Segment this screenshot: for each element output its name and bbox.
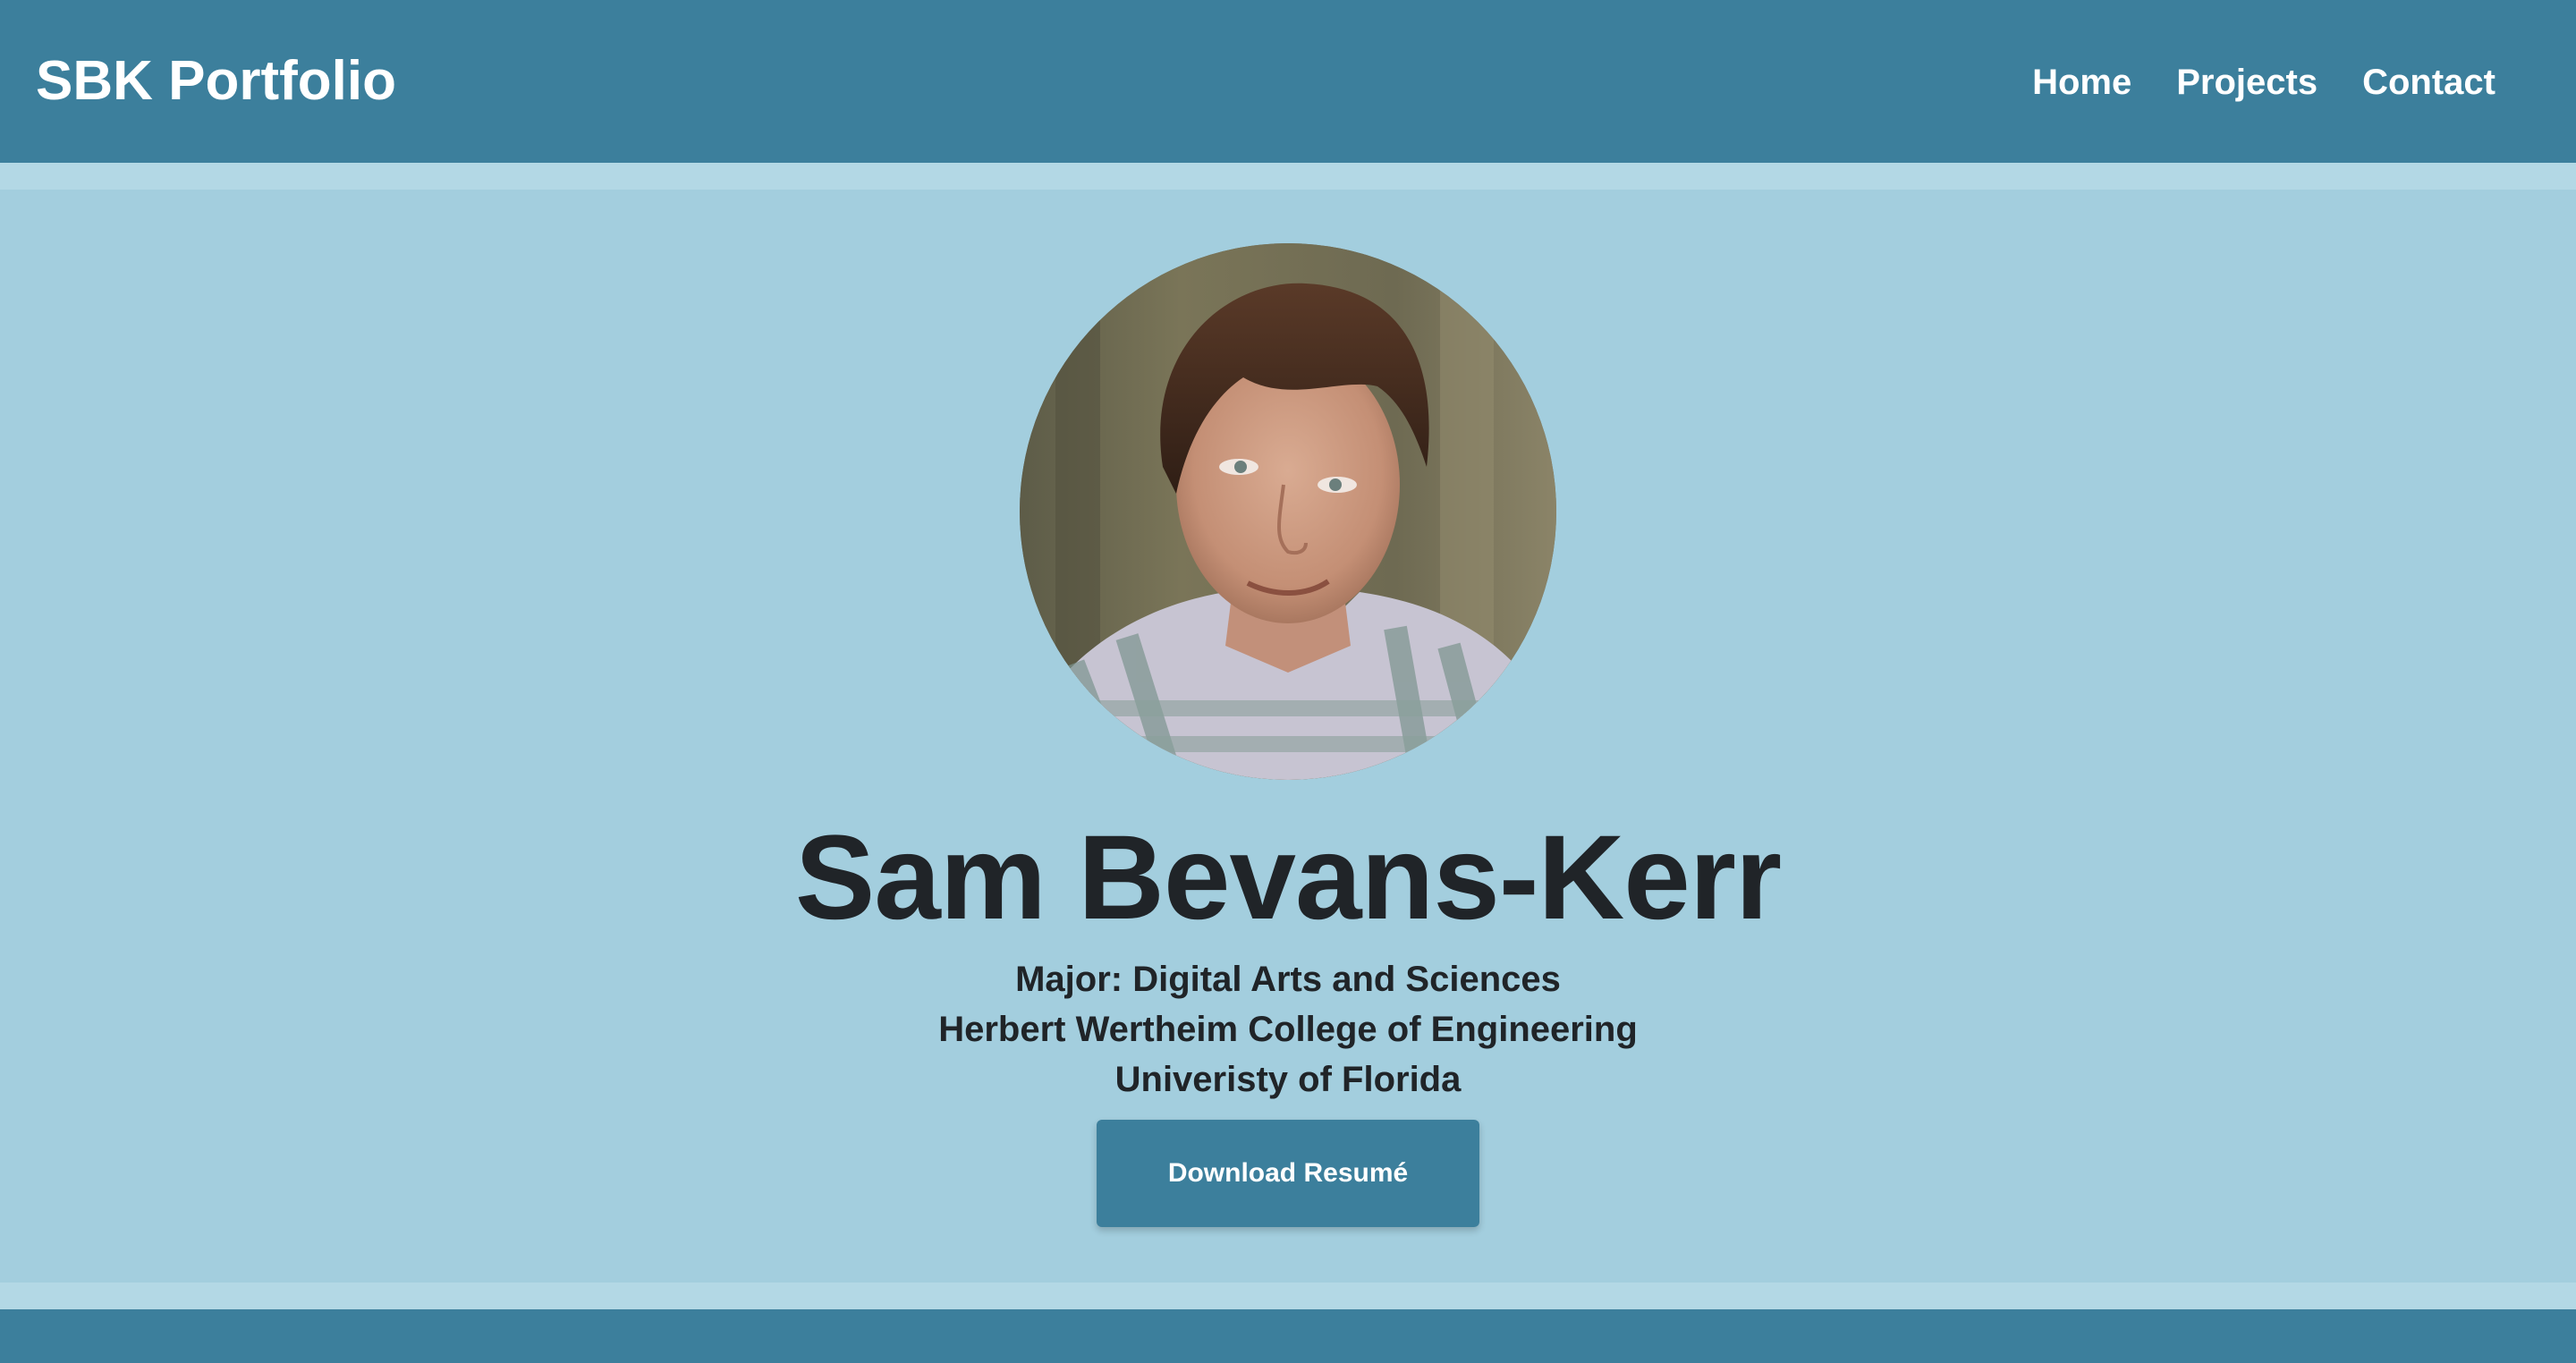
bottom-divider-strip [0,1283,2576,1309]
download-resume-button[interactable]: Download Resumé [1097,1120,1479,1227]
top-divider-strip [0,163,2576,190]
nav-links: Home Projects Contact [2032,54,2496,111]
navbar: SBK Portfolio Home Projects Contact [0,0,2576,163]
footer-bar [0,1309,2576,1363]
university-text: Univeristy of Florida [1114,1060,1462,1099]
hero-section: Sam Bevans-Kerr Major: Digital Arts and … [0,190,2576,1283]
hero-name: Sam Bevans-Kerr [794,811,1782,944]
hero-details: Major: Digital Arts and Sciences Herbert… [0,954,2576,1105]
portrait-image [1020,243,1556,780]
nav-projects-link[interactable]: Projects [2176,54,2318,111]
college-text: Herbert Wertheim College of Engineering [938,1010,1638,1049]
nav-contact-link[interactable]: Contact [2362,54,2496,111]
nav-home-link[interactable]: Home [2032,54,2131,111]
major-text: Major: Digital Arts and Sciences [1015,960,1561,999]
profile-photo [1020,243,1556,780]
brand-link[interactable]: SBK Portfolio [36,47,396,116]
